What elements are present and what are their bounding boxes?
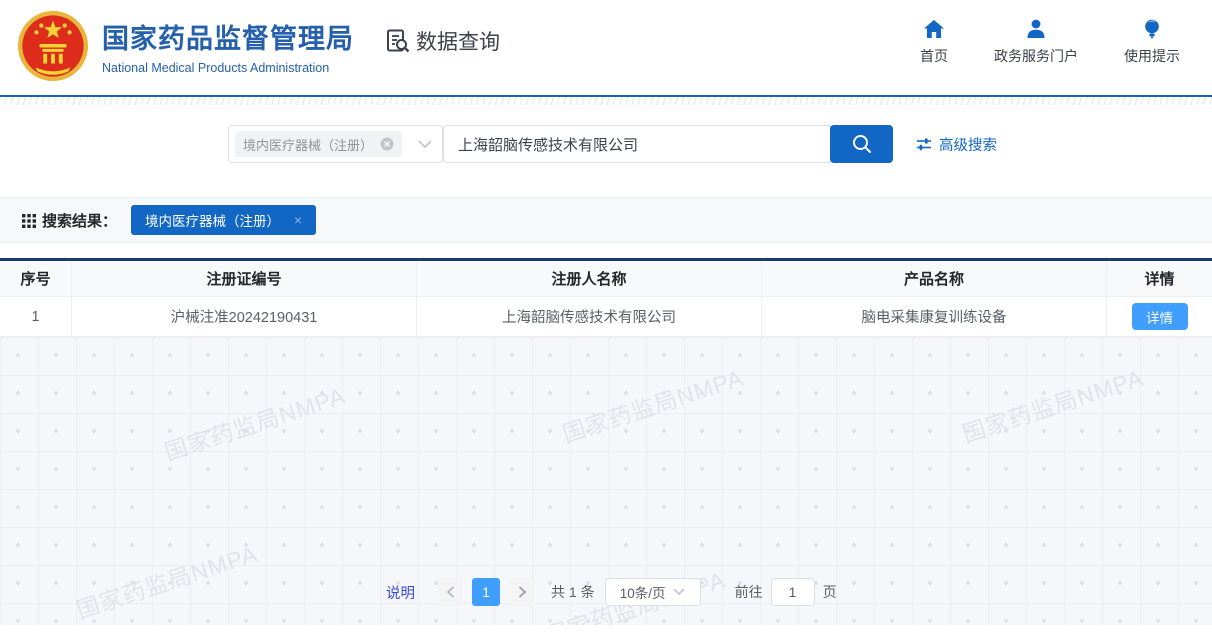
goto-page-input[interactable] xyxy=(771,578,815,606)
org-name-english: National Medical Products Administration xyxy=(102,61,354,75)
home-icon xyxy=(923,19,945,39)
bottom-white-strip xyxy=(0,625,1212,638)
page-size-select[interactable]: 10条/页 xyxy=(605,578,701,606)
cell-detail: 详情 xyxy=(1107,297,1212,337)
prev-page-button[interactable] xyxy=(438,578,462,606)
page-size-value: 10条/页 xyxy=(620,582,666,602)
watermark: 国家药监局NMPA xyxy=(957,359,1147,450)
col-header-detail: 详情 xyxy=(1107,261,1212,297)
active-filter-tag[interactable]: 境内医疗器械（注册） × xyxy=(131,205,316,235)
active-filter-tag-label: 境内医疗器械（注册） xyxy=(145,210,280,230)
col-header-index: 序号 xyxy=(0,261,72,297)
watermark: 国家药监局NMPA xyxy=(557,359,747,450)
goto-page-suffix: 页 xyxy=(823,582,837,602)
pagination-bar: 说明 1 共 1 条 10条/页 前往 页 xyxy=(386,578,837,606)
org-name: 国家药品监督管理局 xyxy=(102,17,354,56)
goto-page-label: 前往 xyxy=(735,582,763,602)
search-keyword-input[interactable] xyxy=(443,125,831,163)
search-icon xyxy=(851,133,873,155)
top-navigation: 首页 政务服务门户 使用提示 xyxy=(920,19,1180,66)
table-row: 1 沪械注准20242190431 上海韶脑传感技术有限公司 脑电采集康复训练设… xyxy=(0,297,1212,337)
nav-item-home[interactable]: 首页 xyxy=(920,19,948,66)
filter-sliders-icon xyxy=(916,137,932,151)
nav-item-usage-tips[interactable]: 使用提示 xyxy=(1124,19,1180,66)
org-title-block: 国家药品监督管理局 National Medical Products Admi… xyxy=(102,17,354,75)
nav-home-label: 首页 xyxy=(920,46,948,66)
chevron-down-icon xyxy=(418,140,432,149)
search-category-select[interactable]: 境内医疗器械（注册） xyxy=(228,125,443,163)
results-table: 序号 注册证编号 注册人名称 产品名称 详情 1 沪械注准20242190431… xyxy=(0,258,1212,337)
category-tag-label: 境内医疗器械（注册） xyxy=(243,135,373,154)
grid-icon xyxy=(22,213,37,228)
document-search-icon xyxy=(385,28,411,54)
cell-reg-no: 沪械注准20242190431 xyxy=(72,297,417,337)
advanced-search-link[interactable]: 高级搜索 xyxy=(916,125,997,163)
page-number-button[interactable]: 1 xyxy=(472,578,500,606)
page-header: 国家药品监督管理局 National Medical Products Admi… xyxy=(0,0,1212,95)
total-count-text: 共 1 条 xyxy=(551,582,595,602)
watermark: 国家药监局NMPA xyxy=(159,377,349,468)
nav-item-gov-portal[interactable]: 政务服务门户 xyxy=(994,19,1078,66)
next-page-button[interactable] xyxy=(510,578,534,606)
user-icon xyxy=(1025,19,1047,39)
cell-product: 脑电采集康复训练设备 xyxy=(762,297,1107,337)
col-header-product: 产品名称 xyxy=(762,261,1107,297)
data-query-title[interactable]: 数据查询 xyxy=(385,26,500,56)
data-query-title-label: 数据查询 xyxy=(416,26,500,56)
category-tag: 境内医疗器械（注册） xyxy=(235,131,402,157)
advanced-search-label: 高级搜索 xyxy=(939,134,997,155)
cell-registrant: 上海韶脑传感技术有限公司 xyxy=(417,297,762,337)
nav-usage-tips-label: 使用提示 xyxy=(1124,46,1180,66)
header-hatch-strip xyxy=(0,97,1212,105)
col-header-reg-no: 注册证编号 xyxy=(72,261,417,297)
chevron-left-icon xyxy=(446,586,455,598)
cell-index: 1 xyxy=(0,297,72,337)
search-button[interactable] xyxy=(830,125,893,163)
nmpa-national-emblem-logo xyxy=(16,9,90,83)
search-results-bar: 搜索结果： 境内医疗器械（注册） × xyxy=(0,197,1212,243)
watermark: 国家药监局NMPA xyxy=(71,535,261,625)
detail-button[interactable]: 详情 xyxy=(1132,303,1188,330)
chevron-down-icon xyxy=(673,588,685,596)
tag-remove-icon[interactable] xyxy=(380,137,394,151)
table-header-row: 序号 注册证编号 注册人名称 产品名称 详情 xyxy=(0,261,1212,297)
lightbulb-icon xyxy=(1143,19,1161,39)
nav-gov-portal-label: 政务服务门户 xyxy=(994,46,1078,66)
chevron-right-icon xyxy=(518,586,527,598)
filter-tag-close-icon[interactable]: × xyxy=(294,212,302,228)
results-label: 搜索结果： xyxy=(42,210,117,231)
results-label-wrap: 搜索结果： xyxy=(22,210,117,231)
col-header-registrant: 注册人名称 xyxy=(417,261,762,297)
note-link[interactable]: 说明 xyxy=(386,582,415,603)
